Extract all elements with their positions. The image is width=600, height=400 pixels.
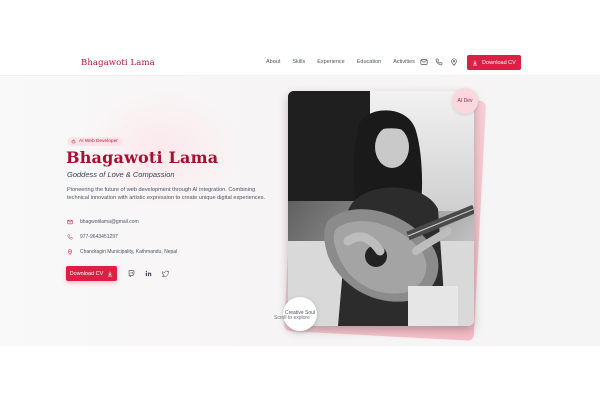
brand-logo[interactable]: Bhagawoti Lama: [81, 58, 155, 68]
nav-contact-icons: [420, 58, 458, 66]
profile-photo: [288, 91, 474, 326]
contact-email[interactable]: bhagwotilama@gmail.com: [67, 219, 139, 225]
ai-dev-badge: AI Dev: [452, 88, 478, 114]
hero-download-cv-label: Download CV: [69, 270, 104, 277]
download-icon: [108, 271, 113, 276]
profile-photo-illustration: [288, 91, 474, 326]
twitter-icon[interactable]: [162, 270, 169, 277]
navbar: Bhagawoti Lama About Skills Experience E…: [0, 50, 600, 76]
portfolio-page: Bhagawoti Lama About Skills Experience E…: [0, 0, 600, 400]
download-icon: [473, 60, 478, 65]
hero-download-cv-button[interactable]: Download CV: [66, 266, 117, 281]
contact-location: Chandragiri Municipality, Kathmandu, Nep…: [67, 249, 177, 255]
linkedin-icon[interactable]: [145, 270, 152, 277]
role-badge: AI Web Developer: [67, 137, 123, 146]
nav-link-about[interactable]: About: [266, 59, 280, 65]
contact-phone-text: 977-9643451297: [80, 234, 118, 240]
nav-download-cv-button[interactable]: Download CV: [467, 55, 521, 70]
twitch-icon[interactable]: [128, 270, 135, 277]
contact-phone[interactable]: 977-9643451297: [67, 234, 118, 240]
mail-icon: [67, 219, 73, 225]
location-icon[interactable]: [450, 58, 458, 66]
nav-link-activities[interactable]: Activities: [393, 59, 415, 65]
phone-icon: [67, 234, 73, 240]
hero-name: Bhagawoti Lama: [66, 148, 219, 167]
hero-subtitle: Goddess of Love & Compassion: [67, 170, 175, 179]
robot-icon: [71, 139, 76, 144]
scroll-hint[interactable]: Scroll to explore: [274, 315, 310, 321]
hero-description: Pioneering the future of web development…: [67, 187, 266, 201]
location-icon: [67, 249, 73, 255]
nav-download-cv-label: Download CV: [482, 59, 516, 66]
mail-icon[interactable]: [420, 58, 428, 66]
nav-link-experience[interactable]: Experience: [317, 59, 345, 65]
nav-link-education[interactable]: Education: [357, 59, 381, 65]
nav-links: About Skills Experience Education Activi…: [266, 59, 427, 65]
role-badge-label: AI Web Developer: [79, 139, 118, 144]
contact-email-text: bhagwotilama@gmail.com: [80, 219, 139, 225]
nav-link-skills[interactable]: Skills: [292, 59, 305, 65]
phone-icon[interactable]: [435, 58, 443, 66]
contact-location-text: Chandragiri Municipality, Kathmandu, Nep…: [80, 249, 178, 255]
